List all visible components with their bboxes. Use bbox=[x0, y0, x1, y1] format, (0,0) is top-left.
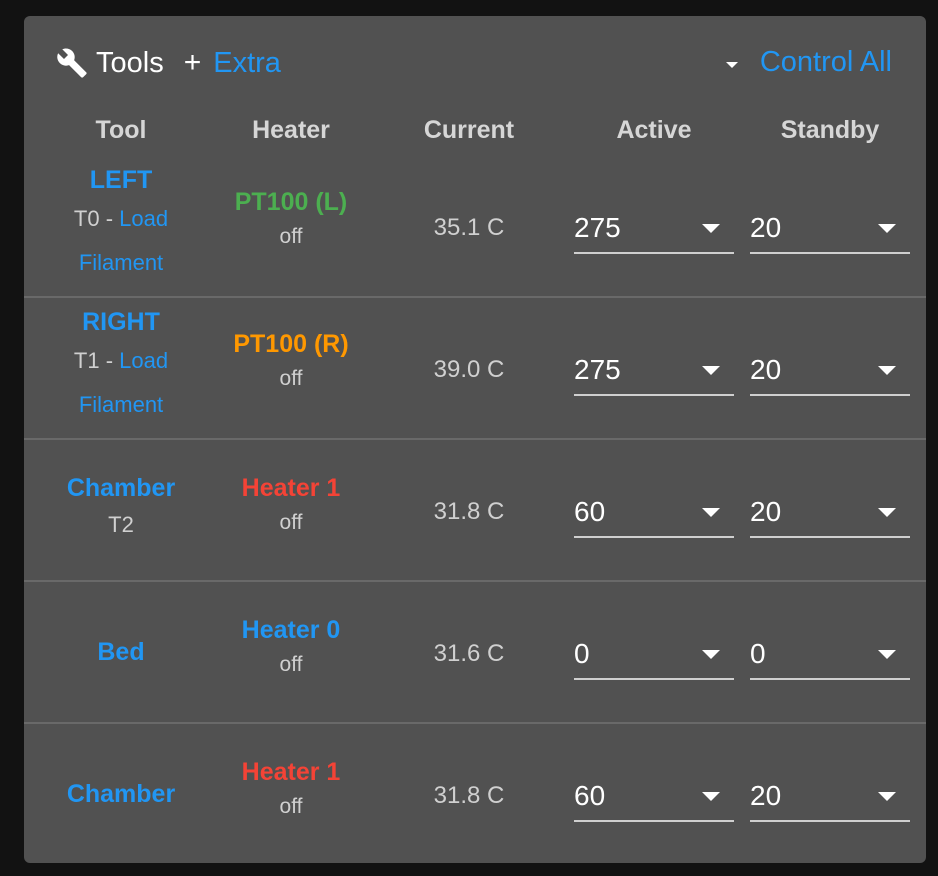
tools-panel: Tools + Extra Control All Tool Heater Cu… bbox=[24, 16, 926, 863]
heater-name[interactable]: Heater 0 bbox=[202, 616, 380, 645]
heater-cell: PT100 (L) off bbox=[202, 188, 380, 249]
caret-down-icon bbox=[878, 224, 896, 233]
heater-name[interactable]: PT100 (R) bbox=[202, 330, 380, 359]
standby-temp-select[interactable]: 20 bbox=[750, 768, 910, 822]
tool-sub: T0 - Load Filament bbox=[48, 197, 194, 285]
heater-name[interactable]: PT100 (L) bbox=[202, 188, 380, 217]
caret-down-icon bbox=[878, 366, 896, 375]
tool-sub: T1 - Load Filament bbox=[48, 339, 194, 427]
table-row: LEFT T0 - Load Filament PT100 (L) off 35… bbox=[24, 156, 926, 298]
heater-state: off bbox=[279, 367, 303, 390]
caret-down-icon bbox=[702, 792, 720, 801]
standby-temp-value: 20 bbox=[750, 212, 782, 243]
separator: - bbox=[99, 348, 120, 373]
caret-down-icon bbox=[878, 792, 896, 801]
tool-cell: RIGHT T1 - Load Filament bbox=[48, 308, 194, 427]
table-row: Chamber Heater 1 off 31.8 C 60 20 bbox=[24, 724, 926, 866]
load-link[interactable]: Load bbox=[119, 348, 168, 373]
plus-icon: + bbox=[183, 46, 202, 79]
tool-cell: Chamber bbox=[48, 780, 194, 809]
filament-link[interactable]: Filament bbox=[79, 250, 163, 275]
current-temp: 31.8 C bbox=[433, 782, 505, 809]
standby-temp-select[interactable]: 0 bbox=[750, 626, 910, 680]
table-row: Chamber T2 Heater 1 off 31.8 C 60 20 bbox=[24, 440, 926, 582]
active-temp-value: 60 bbox=[574, 780, 606, 811]
caret-down-icon bbox=[878, 650, 896, 659]
active-temp-value: 275 bbox=[574, 354, 621, 385]
current-temp: 39.0 C bbox=[433, 356, 505, 383]
column-header-tool: Tool bbox=[95, 116, 147, 144]
panel-header: Tools + Extra Control All bbox=[24, 16, 926, 112]
standby-temp-value: 20 bbox=[750, 354, 782, 385]
tool-number: T1 bbox=[73, 348, 100, 373]
heater-state: off bbox=[279, 511, 303, 534]
active-temp-value: 275 bbox=[574, 212, 621, 243]
tool-cell: Chamber T2 bbox=[48, 474, 194, 547]
heater-state: off bbox=[279, 795, 303, 818]
current-temp: 35.1 C bbox=[433, 214, 505, 241]
active-temp-select[interactable]: 60 bbox=[574, 768, 734, 822]
heater-cell: Heater 1 off bbox=[202, 758, 380, 819]
active-temp-select[interactable]: 275 bbox=[574, 200, 734, 254]
heater-state: off bbox=[279, 653, 303, 676]
load-link[interactable]: Load bbox=[119, 206, 168, 231]
active-temp-value: 60 bbox=[574, 496, 606, 527]
tool-name-link[interactable]: Chamber bbox=[48, 780, 194, 809]
wrench-icon bbox=[57, 48, 87, 78]
column-header-active: Active bbox=[616, 116, 692, 144]
current-temp: 31.6 C bbox=[433, 640, 505, 667]
standby-temp-value: 0 bbox=[750, 638, 766, 669]
heater-state: off bbox=[279, 225, 303, 248]
table-row: Bed Heater 0 off 31.6 C 0 0 bbox=[24, 582, 926, 724]
table-row: RIGHT T1 - Load Filament PT100 (R) off 3… bbox=[24, 298, 926, 440]
control-all-label: Control All bbox=[759, 46, 892, 78]
tool-name-link[interactable]: Bed bbox=[48, 638, 194, 667]
tool-number: T2 bbox=[108, 512, 134, 537]
active-temp-select[interactable]: 275 bbox=[574, 342, 734, 396]
caret-down-icon bbox=[725, 61, 738, 68]
extra-tab[interactable]: Extra bbox=[213, 47, 281, 80]
caret-down-icon bbox=[702, 224, 720, 233]
caret-down-icon bbox=[702, 508, 720, 517]
panel-title: Tools + Extra bbox=[56, 46, 281, 80]
active-temp-select[interactable]: 60 bbox=[574, 484, 734, 538]
standby-temp-value: 20 bbox=[750, 780, 782, 811]
table-header: Tool Heater Current Active Standby bbox=[24, 116, 926, 156]
tool-name-link[interactable]: LEFT bbox=[48, 166, 194, 195]
tool-cell: LEFT T0 - Load Filament bbox=[48, 166, 194, 285]
heater-name[interactable]: Heater 1 bbox=[202, 474, 380, 503]
control-all-dropdown[interactable]: Control All bbox=[725, 46, 892, 79]
heater-cell: PT100 (R) off bbox=[202, 330, 380, 391]
column-header-heater: Heater bbox=[252, 116, 330, 144]
heater-cell: Heater 0 off bbox=[202, 616, 380, 677]
heater-name[interactable]: Heater 1 bbox=[202, 758, 380, 787]
caret-down-icon bbox=[878, 508, 896, 517]
heater-cell: Heater 1 off bbox=[202, 474, 380, 535]
standby-temp-select[interactable]: 20 bbox=[750, 200, 910, 254]
standby-temp-select[interactable]: 20 bbox=[750, 342, 910, 396]
column-header-current: Current bbox=[423, 116, 515, 144]
caret-down-icon bbox=[702, 366, 720, 375]
active-temp-select[interactable]: 0 bbox=[574, 626, 734, 680]
separator: - bbox=[99, 206, 120, 231]
standby-temp-select[interactable]: 20 bbox=[750, 484, 910, 538]
current-temp: 31.8 C bbox=[433, 498, 505, 525]
column-header-standby: Standby bbox=[780, 116, 880, 144]
tool-name-link[interactable]: Chamber bbox=[48, 474, 194, 503]
tool-number: T0 bbox=[73, 206, 100, 231]
filament-link[interactable]: Filament bbox=[79, 392, 163, 417]
title-text: Tools bbox=[96, 46, 164, 79]
tool-name-link[interactable]: RIGHT bbox=[48, 308, 194, 337]
caret-down-icon bbox=[702, 650, 720, 659]
active-temp-value: 0 bbox=[574, 638, 590, 669]
standby-temp-value: 20 bbox=[750, 496, 782, 527]
tool-cell: Bed bbox=[48, 638, 194, 667]
